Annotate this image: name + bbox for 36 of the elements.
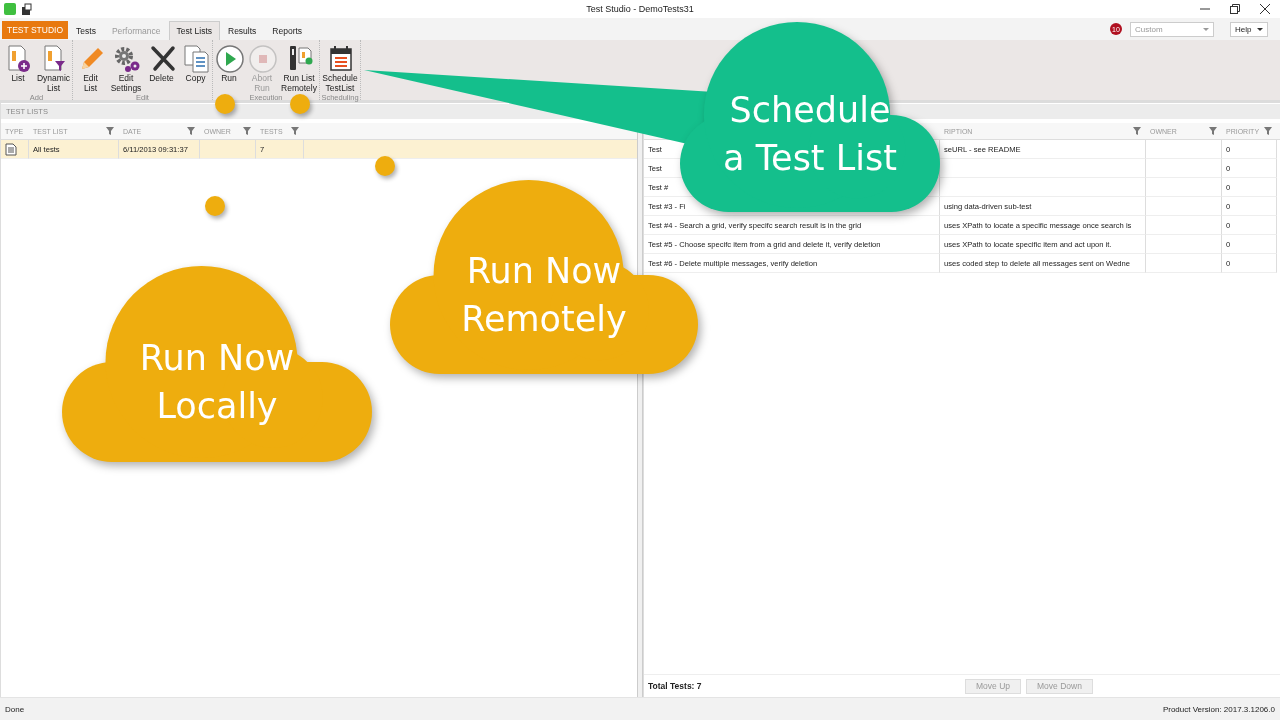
ribbon-tab[interactable]: Test Lists <box>168 21 220 40</box>
ribbon-button[interactable]: Run List Remotely <box>279 40 319 93</box>
ribbon-button[interactable]: Schedule TestList <box>320 40 360 93</box>
filter-icon[interactable] <box>1132 126 1142 136</box>
ribbon-button[interactable]: Run <box>213 40 245 93</box>
app-icon <box>4 3 16 15</box>
filter-icon[interactable] <box>1263 126 1273 136</box>
ribbon-tab[interactable]: Results <box>220 21 265 40</box>
filter-icon[interactable] <box>105 126 115 136</box>
filter-icon[interactable] <box>1208 126 1218 136</box>
ribbon-button[interactable]: Edit Settings <box>108 40 144 93</box>
windows-icon <box>20 3 32 15</box>
stop-icon <box>247 43 277 73</box>
help-dropdown[interactable]: Help <box>1230 21 1268 37</box>
callout-text: Run Now Locally <box>139 337 295 428</box>
ribbon-button[interactable]: Delete <box>144 40 179 93</box>
caret-icon <box>1203 27 1209 31</box>
ribbon-tab[interactable]: Tests <box>68 21 104 40</box>
filter-icon[interactable] <box>186 126 196 136</box>
play-icon <box>214 43 244 73</box>
product-version: Product Version: 2017.3.1206.0 <box>1162 704 1275 714</box>
total-tests-label: Total Tests: 7 <box>648 681 703 691</box>
list-document-icon <box>5 142 17 156</box>
window-title: Test Studio - DemoTests31 <box>586 4 694 14</box>
filter-icon[interactable] <box>290 126 300 136</box>
filter-icon[interactable] <box>242 126 252 136</box>
ribbon-button[interactable]: Edit List <box>73 40 108 93</box>
ribbon-button[interactable]: Copy <box>179 40 212 93</box>
restore-icon[interactable] <box>1230 4 1240 14</box>
ribbon-button[interactable]: Dynamic List <box>35 40 72 93</box>
close-icon[interactable] <box>1260 4 1270 14</box>
caret-icon <box>1257 27 1263 31</box>
ribbon-button[interactable]: List <box>1 40 35 93</box>
callout-text: Run Now Remotely <box>461 249 627 341</box>
ribbon-tab[interactable]: Reports <box>264 21 311 40</box>
status-text: Done <box>5 704 25 714</box>
